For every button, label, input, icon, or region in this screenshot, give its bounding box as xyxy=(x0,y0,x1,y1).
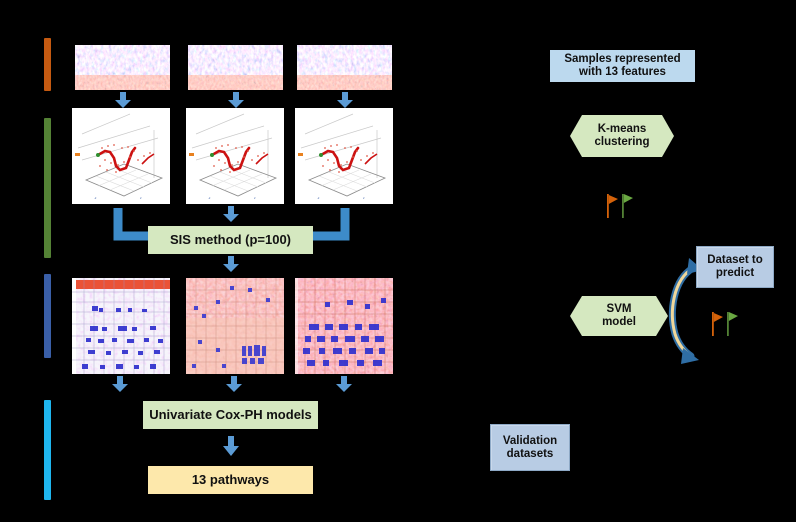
samples-label-line1: Samples represented xyxy=(564,53,681,66)
kmeans-label-line1: K-means xyxy=(597,122,647,135)
green-flag-icon xyxy=(727,312,738,336)
dataset-to-predict-box[interactable]: Dataset to predict xyxy=(696,246,774,288)
embedding-3d-plot-2: -2 2 xyxy=(186,108,284,204)
dataset-label-line1: Dataset to xyxy=(707,254,763,267)
correlation-heatmap-image xyxy=(72,278,170,374)
orange-flag-icon xyxy=(607,194,618,218)
down-arrow-heatmap-to-3d-3 xyxy=(335,92,355,108)
correlation-heatmap-image xyxy=(186,278,284,374)
sis-method-box[interactable]: SIS method (p=100) xyxy=(148,226,313,254)
validation-label-line2: datasets xyxy=(506,447,554,460)
flag-pair-prediction xyxy=(707,310,743,338)
expression-heatmap-image xyxy=(188,45,283,90)
expression-heatmap-3 xyxy=(297,45,392,90)
down-arrow-sis-to-correlation xyxy=(221,256,241,272)
stage-bar-embedding xyxy=(44,118,51,258)
pathways-label: 13 pathways xyxy=(191,471,270,487)
expression-heatmap-image xyxy=(297,45,392,90)
pathways-box[interactable]: 13 pathways xyxy=(148,466,313,494)
samples-label-line2: with 13 features xyxy=(579,66,666,78)
samples-box[interactable]: Samples represented with 13 features xyxy=(550,50,695,82)
expression-heatmap-1 xyxy=(75,45,170,90)
down-arrow-heatmap-to-3d-1 xyxy=(113,92,133,108)
stage-bar-correlation xyxy=(44,274,51,358)
validation-label-line1: Validation xyxy=(502,434,558,447)
embedding-3d-plot-3: -2 2 xyxy=(295,108,393,204)
sis-method-label: SIS method (p=100) xyxy=(170,231,291,247)
diagram-canvas: -2 2 -2 2 -2 2 SIS method (p=100) Univar… xyxy=(0,0,796,522)
correlation-heatmap-1 xyxy=(72,278,170,374)
svm-label-line1: SVM xyxy=(606,302,632,315)
expression-heatmap-2 xyxy=(188,45,283,90)
embedding-3d-plot-1: -2 2 xyxy=(72,108,170,204)
down-arrow-corr-to-cox-2 xyxy=(224,376,244,392)
embedding-3d-plot-image: -2 2 xyxy=(186,108,284,204)
kmeans-hexagon[interactable]: K-means clustering xyxy=(570,115,674,157)
stage-bar-pathways xyxy=(44,400,51,500)
univariate-cox-label: Univariate Cox-PH models xyxy=(149,406,312,422)
embedding-3d-plot-image: -2 2 xyxy=(72,108,170,204)
univariate-cox-box[interactable]: Univariate Cox-PH models xyxy=(143,401,318,429)
expression-heatmap-image xyxy=(75,45,170,90)
validation-bracket xyxy=(575,396,595,506)
down-arrow-heatmap-to-3d-2 xyxy=(226,92,246,108)
orange-flag-icon xyxy=(712,312,723,336)
down-arrow-3d-to-sis-center xyxy=(221,206,241,222)
stage-bar-expression xyxy=(44,38,51,91)
down-arrow-cox-to-pathways xyxy=(221,436,241,456)
correlation-heatmap-3 xyxy=(295,278,393,374)
green-flag-icon xyxy=(622,194,633,218)
svm-hexagon[interactable]: SVM model xyxy=(570,296,668,336)
embedding-3d-plot-image: -2 2 xyxy=(295,108,393,204)
down-arrow-corr-to-cox-3 xyxy=(334,376,354,392)
down-arrow-corr-to-cox-1 xyxy=(110,376,130,392)
dataset-label-line2: predict xyxy=(715,267,755,279)
correlation-heatmap-image xyxy=(295,278,393,374)
validation-datasets-box[interactable]: Validation datasets xyxy=(490,424,570,471)
correlation-heatmap-2 xyxy=(186,278,284,374)
kmeans-label-line2: clustering xyxy=(594,136,650,148)
svm-label-line2: model xyxy=(602,316,636,328)
flag-pair-clusters xyxy=(602,192,638,220)
